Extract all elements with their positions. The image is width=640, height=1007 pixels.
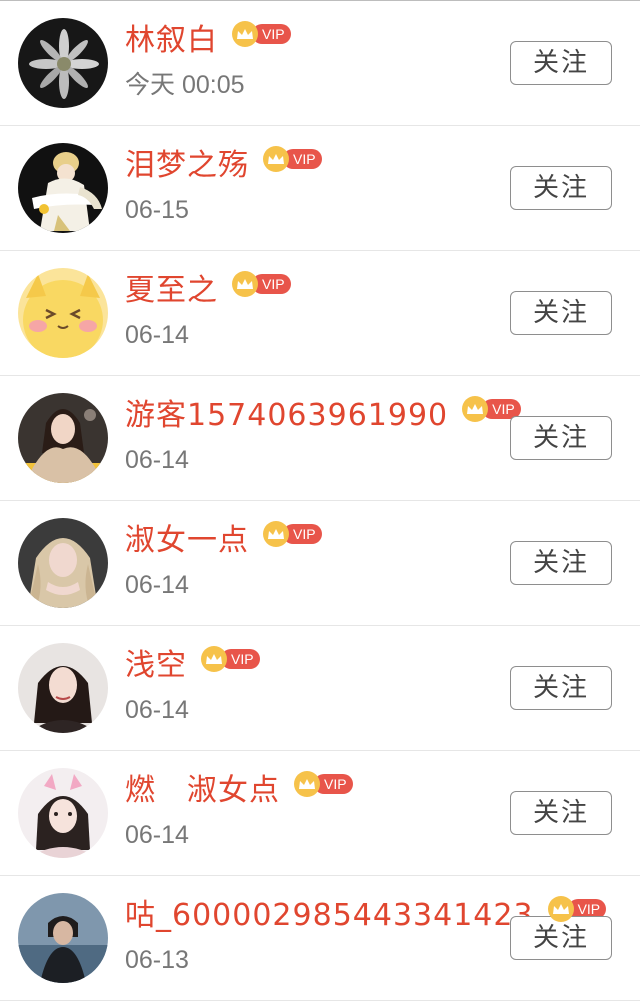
name-line: 浅空 VIP bbox=[125, 646, 260, 686]
vip-badge: VIP bbox=[263, 521, 322, 547]
follow-button[interactable]: 关注 bbox=[510, 166, 612, 210]
timestamp: 06-14 bbox=[125, 321, 189, 349]
follow-button[interactable]: 关注 bbox=[510, 666, 612, 710]
vip-badge: VIP bbox=[294, 771, 353, 797]
name-line: 夏至之 VIP bbox=[125, 271, 291, 311]
vip-badge: VIP bbox=[263, 146, 322, 172]
avatar[interactable] bbox=[18, 393, 108, 483]
list-item[interactable]: 游客1574063961990 VIP 06-14 关注 bbox=[0, 376, 640, 501]
list-item[interactable]: 泪梦之殇 VIP 06-15 关注 bbox=[0, 126, 640, 251]
follow-button[interactable]: 关注 bbox=[510, 791, 612, 835]
avatar[interactable] bbox=[18, 143, 108, 233]
username[interactable]: 淑女一点 bbox=[125, 521, 249, 561]
name-line: 泪梦之殇 VIP bbox=[125, 146, 322, 186]
crown-icon bbox=[263, 146, 289, 172]
list-item[interactable]: 夏至之 VIP 06-14 关注 bbox=[0, 251, 640, 376]
username[interactable]: 林叙白 bbox=[125, 21, 218, 61]
crown-icon bbox=[201, 646, 227, 672]
avatar[interactable] bbox=[18, 643, 108, 733]
follow-button[interactable]: 关注 bbox=[510, 541, 612, 585]
list-item[interactable]: 淑女一点 VIP 06-14 关注 bbox=[0, 501, 640, 626]
follow-button[interactable]: 关注 bbox=[510, 916, 612, 960]
list-item[interactable]: 林叙白 VIP 今天 00:05 关注 bbox=[0, 1, 640, 126]
avatar[interactable] bbox=[18, 893, 108, 983]
name-line: 淑女一点 VIP bbox=[125, 521, 322, 561]
list-item[interactable]: 燃 淑女点 VIP 06-14 关注 bbox=[0, 751, 640, 876]
timestamp: 06-13 bbox=[125, 946, 189, 974]
follower-list: 林叙白 VIP 今天 00:05 关注 泪梦之殇 VIP 06-15 关注 夏至… bbox=[0, 1, 640, 1001]
crown-icon bbox=[547, 896, 574, 922]
vip-badge: VIP bbox=[201, 646, 260, 672]
name-line: 游客1574063961990 VIP bbox=[125, 396, 521, 436]
username[interactable]: 燃 淑女点 bbox=[125, 771, 280, 811]
crown-icon bbox=[462, 396, 489, 422]
crown-icon bbox=[294, 771, 320, 797]
name-line: 林叙白 VIP bbox=[125, 21, 291, 61]
username[interactable]: 浅空 bbox=[125, 646, 187, 686]
avatar[interactable] bbox=[18, 518, 108, 608]
follow-button[interactable]: 关注 bbox=[510, 416, 612, 460]
timestamp: 06-14 bbox=[125, 821, 189, 849]
follow-button[interactable]: 关注 bbox=[510, 291, 612, 335]
crown-icon bbox=[232, 271, 258, 297]
avatar[interactable] bbox=[18, 768, 108, 858]
vip-badge: VIP bbox=[232, 271, 291, 297]
username[interactable]: 泪梦之殇 bbox=[125, 146, 249, 186]
avatar[interactable] bbox=[18, 18, 108, 108]
list-item[interactable]: 浅空 VIP 06-14 关注 bbox=[0, 626, 640, 751]
crown-icon bbox=[263, 521, 289, 547]
timestamp: 06-15 bbox=[125, 196, 189, 224]
follow-button[interactable]: 关注 bbox=[510, 41, 612, 85]
username[interactable]: 游客1574063961990 bbox=[125, 396, 448, 436]
timestamp: 06-14 bbox=[125, 446, 189, 474]
username[interactable]: 咕_600002985443341423 bbox=[125, 896, 534, 936]
avatar[interactable] bbox=[18, 268, 108, 358]
timestamp: 06-14 bbox=[125, 571, 189, 599]
name-line: 燃 淑女点 VIP bbox=[125, 771, 353, 811]
timestamp: 06-14 bbox=[125, 696, 189, 724]
list-item[interactable]: 咕_600002985443341423 VIP 06-13 关注 bbox=[0, 876, 640, 1001]
crown-icon bbox=[232, 21, 258, 47]
username[interactable]: 夏至之 bbox=[125, 271, 218, 311]
vip-badge: VIP bbox=[232, 21, 291, 47]
timestamp: 今天 00:05 bbox=[125, 71, 245, 99]
